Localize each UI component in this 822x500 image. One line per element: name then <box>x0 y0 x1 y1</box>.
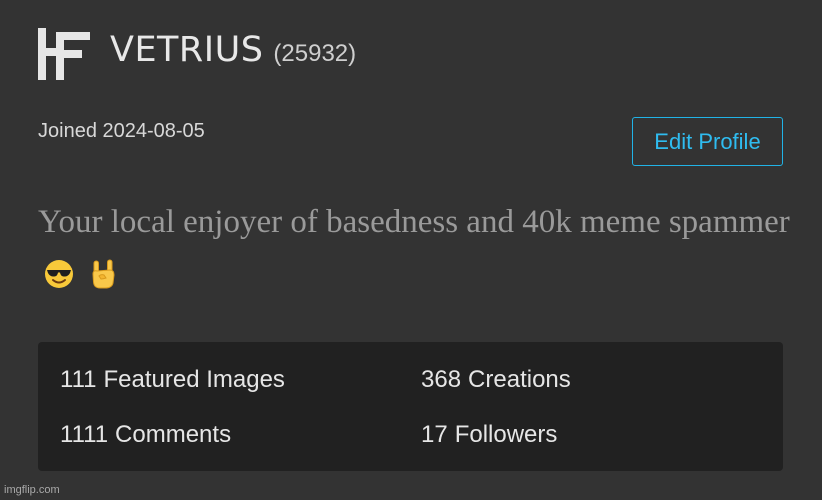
featured-images-count: 111 <box>60 366 97 393</box>
creations-label: Creations <box>468 366 571 393</box>
creations-count: 368 <box>421 366 462 393</box>
stat-comments[interactable]: 1111 Comments <box>60 421 231 449</box>
user-points: (25932) <box>273 40 357 67</box>
stat-featured-images[interactable]: 111 Featured Images <box>60 366 285 394</box>
comments-count: 1111 <box>60 421 109 448</box>
stat-followers[interactable]: 17 Followers <box>421 421 557 449</box>
sign-of-the-horns-icon <box>92 259 115 289</box>
profile-bio: Your local enjoyer of basedness and 40k … <box>38 196 798 302</box>
bio-text: Your local enjoyer of basedness and 40k … <box>38 204 790 240</box>
comments-label: Comments <box>115 421 232 448</box>
smiling-face-with-sunglasses-icon <box>45 260 73 288</box>
stat-creations[interactable]: 368 Creations <box>421 366 571 394</box>
username: VETRIUS <box>110 30 264 70</box>
avatar-logo <box>38 28 90 80</box>
edit-profile-button[interactable]: Edit Profile <box>632 117 783 166</box>
watermark: imgflip.com <box>4 484 60 496</box>
profile-header: VETRIUS (25932) <box>110 30 356 76</box>
joined-date: Joined 2024-08-05 <box>38 120 205 142</box>
stats-panel: 111 Featured Images 368 Creations 1111 C… <box>38 342 783 471</box>
followers-label: Followers <box>454 421 558 448</box>
followers-count: 17 <box>421 421 448 448</box>
featured-images-label: Featured Images <box>103 366 285 393</box>
